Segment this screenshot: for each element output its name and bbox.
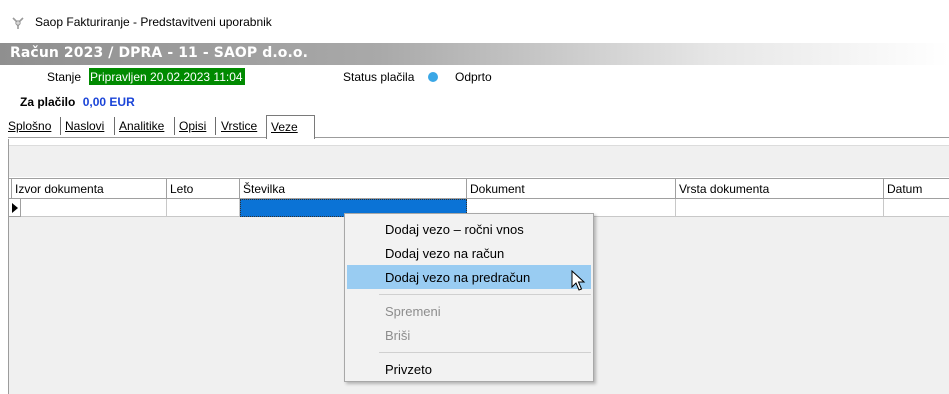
tab-veze-label: Veze bbox=[271, 120, 298, 134]
tab-analitike[interactable]: Analitike bbox=[119, 119, 164, 133]
context-menu: Dodaj vezo – ročni vnos Dodaj vezo na ra… bbox=[344, 213, 594, 382]
menu-item-default[interactable]: Privzeto bbox=[347, 357, 591, 381]
menu-separator bbox=[379, 352, 591, 353]
menu-item-edit[interactable]: Spremeni bbox=[347, 299, 591, 323]
tab-baseline bbox=[8, 137, 949, 138]
column-header-dokument[interactable]: Dokument bbox=[467, 179, 676, 199]
amount-label: Za plačilo bbox=[20, 95, 76, 109]
grid-toolbar-area bbox=[9, 145, 949, 177]
payment-status-label: Status plačila bbox=[343, 70, 415, 84]
column-header-datum[interactable]: Datum bbox=[884, 179, 949, 199]
menu-item-add-manual-link[interactable]: Dodaj vezo – ročni vnos bbox=[347, 217, 591, 241]
payment-status-dot-icon bbox=[428, 72, 438, 82]
column-header-izvor-dokumenta[interactable]: Izvor dokumenta bbox=[12, 179, 167, 199]
menu-item-add-proforma-link[interactable]: Dodaj vezo na predračun bbox=[347, 265, 591, 289]
cell-izvor-dokumenta[interactable] bbox=[21, 199, 167, 217]
window-titlebar: Saop Fakturiranje - Predstavitveni upora… bbox=[0, 0, 949, 42]
column-header-vrsta-dokumenta[interactable]: Vrsta dokumenta bbox=[676, 179, 884, 199]
menu-item-delete[interactable]: Briši bbox=[347, 323, 591, 347]
document-header: Račun 2023 / DPRA - 11 - SAOP d.o.o. bbox=[0, 43, 949, 65]
payment-status-value: Odprto bbox=[455, 70, 492, 84]
tab-opisi[interactable]: Opisi bbox=[179, 119, 206, 133]
row-indicator-icon bbox=[9, 199, 21, 217]
tab-veze[interactable]: Veze bbox=[266, 115, 315, 139]
mouse-pointer-icon bbox=[571, 270, 586, 291]
document-title: Račun 2023 / DPRA - 11 - SAOP d.o.o. bbox=[10, 45, 309, 61]
window-title: Saop Fakturiranje - Predstavitveni upora… bbox=[35, 15, 272, 29]
cell-datum[interactable] bbox=[884, 199, 949, 217]
cell-leto[interactable] bbox=[167, 199, 240, 217]
tab-divider bbox=[60, 117, 61, 135]
tab-divider bbox=[174, 117, 175, 135]
tab-vrstice[interactable]: Vrstice bbox=[221, 119, 257, 133]
tab-divider bbox=[114, 117, 115, 135]
state-label: Stanje bbox=[47, 70, 82, 84]
amount-to-pay: Za plačilo 0,00 EUR bbox=[20, 95, 135, 111]
cell-vrsta-dokumenta[interactable] bbox=[676, 199, 884, 217]
state-value: Pripravljen 20.02.2023 11:04 bbox=[89, 68, 245, 85]
status-row: Stanje Pripravljen 20.02.2023 11:04 Stat… bbox=[0, 68, 949, 86]
menu-separator bbox=[379, 294, 591, 295]
tab-divider bbox=[215, 117, 216, 135]
column-header-stevilka[interactable]: Številka bbox=[240, 179, 467, 199]
menu-item-add-invoice-link[interactable]: Dodaj vezo na račun bbox=[347, 241, 591, 265]
amount-value: 0,00 EUR bbox=[82, 95, 135, 109]
grid-header: Izvor dokumenta Leto Številka Dokument V… bbox=[9, 179, 949, 199]
app-logo-icon bbox=[12, 17, 24, 29]
tab-naslovi[interactable]: Naslovi bbox=[65, 119, 104, 133]
tab-strip: Splošno Naslovi Analitike Opisi Vrstice … bbox=[8, 115, 338, 139]
column-header-leto[interactable]: Leto bbox=[167, 179, 240, 199]
tab-splosno[interactable]: Splošno bbox=[8, 119, 51, 133]
